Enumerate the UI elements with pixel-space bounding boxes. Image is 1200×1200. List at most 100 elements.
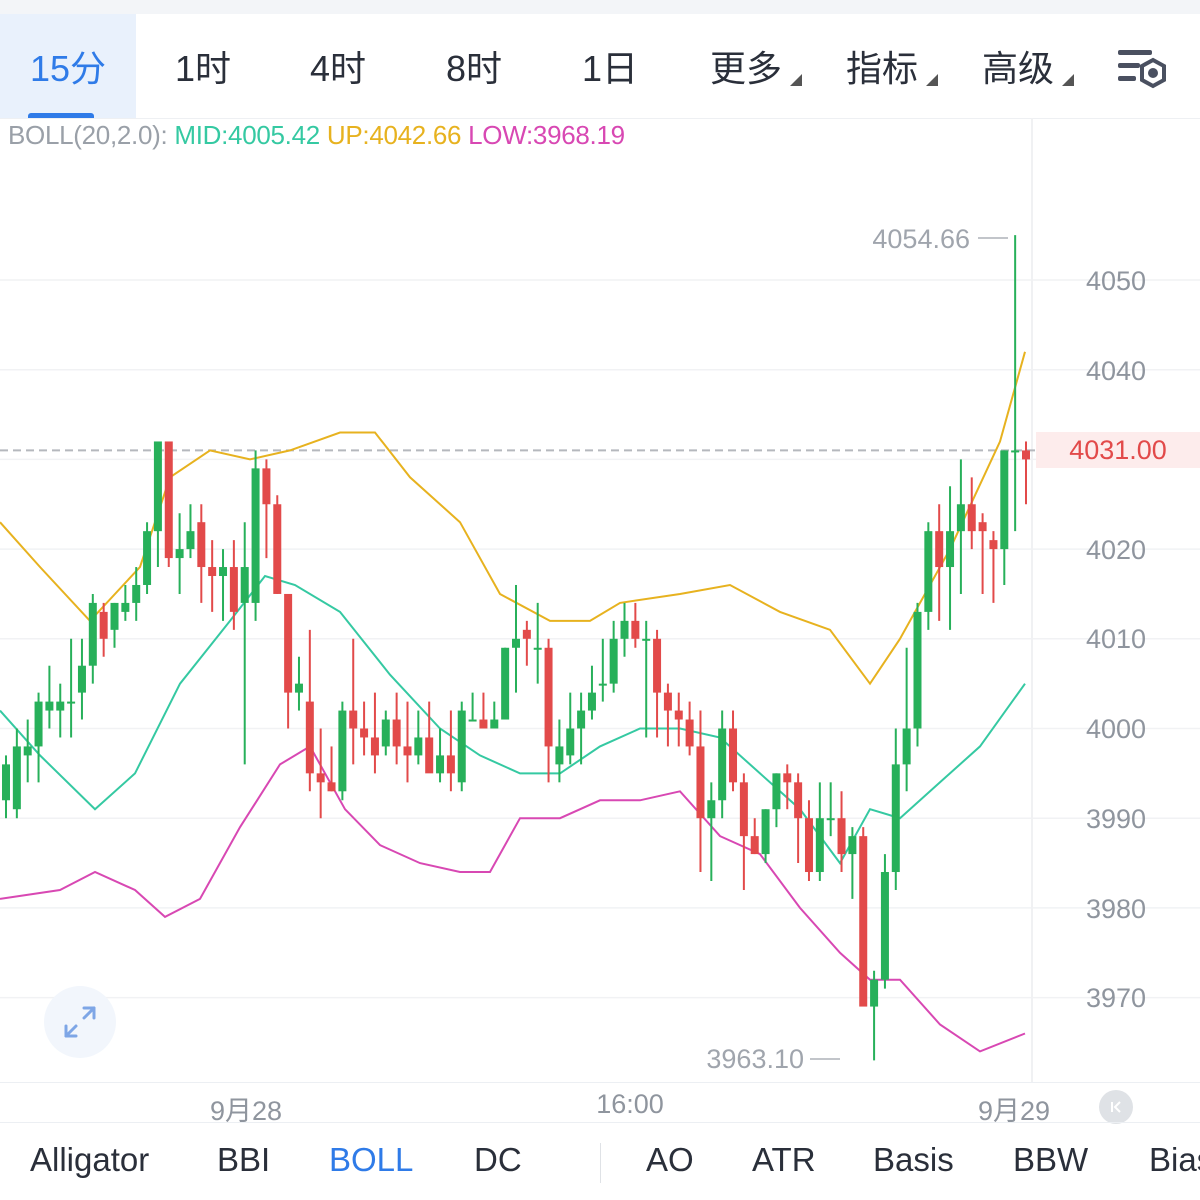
candle-body	[750, 836, 759, 855]
candle-body	[685, 719, 694, 747]
candle-body	[23, 746, 32, 756]
dropdown-caret-icon	[1062, 74, 1074, 86]
candle-body	[663, 692, 672, 711]
candle-body	[1011, 450, 1020, 453]
scroll-to-latest-icon	[1111, 1101, 1121, 1113]
candle-body	[512, 638, 520, 648]
current-price-tag: 4031.00	[1036, 432, 1200, 468]
candle-body	[121, 602, 130, 612]
candle-body	[815, 818, 824, 873]
candle-body	[978, 522, 987, 532]
tab-label: 更多	[709, 48, 782, 89]
candle-body	[273, 504, 282, 594]
candle-body	[902, 728, 911, 765]
candle-body	[1000, 450, 1009, 550]
candle-body	[305, 701, 314, 774]
candle-body	[425, 737, 434, 774]
candle-body	[110, 602, 119, 630]
tab-label: 8时	[445, 48, 503, 89]
candle-body	[12, 746, 21, 810]
indicator-tab-bbi[interactable]: BBI	[217, 1141, 270, 1179]
boll-bands	[0, 351, 1026, 1053]
candle-body	[338, 710, 347, 792]
candle-body	[479, 719, 488, 729]
candle-body	[294, 683, 303, 693]
candle-body	[761, 809, 770, 855]
chart-settings-icon[interactable]	[1116, 44, 1170, 92]
candle-body	[208, 567, 217, 577]
price-tick-label: 4020	[1086, 535, 1146, 565]
indicator-tab-basis[interactable]: Basis	[873, 1141, 954, 1179]
candle-body	[175, 549, 184, 559]
expand-chart-button[interactable]	[44, 986, 116, 1058]
price-tick-label: 4040	[1086, 356, 1146, 386]
price-tick-label: 3970	[1086, 983, 1146, 1013]
indicator-tab-bar: Alligator BBI BOLL DC AO ATR Basis BBW B…	[0, 1122, 1200, 1200]
candle-body	[34, 701, 43, 747]
candle-body	[826, 818, 835, 821]
candle-body	[956, 504, 965, 532]
tab-label: 1日	[581, 48, 639, 89]
tab-advanced[interactable]: 高级	[950, 14, 1086, 118]
indicator-tab-alligator[interactable]: Alligator	[30, 1141, 149, 1179]
tab-label: 指标	[845, 48, 918, 89]
tab-more[interactable]: 更多	[678, 14, 814, 118]
indicator-tab-bias[interactable]: Bias	[1149, 1141, 1200, 1179]
time-tick-label: 16:00	[596, 1089, 664, 1119]
candle-body	[316, 773, 325, 783]
scroll-to-latest-button[interactable]	[1099, 1090, 1133, 1124]
candle-body	[468, 719, 477, 722]
candle-body	[577, 710, 586, 729]
candle-body	[132, 584, 141, 603]
candle-body	[164, 441, 173, 559]
tab-label: 15分	[29, 48, 107, 89]
candle-body	[837, 818, 846, 855]
candle-body	[414, 737, 423, 756]
indicator-tab-boll[interactable]: BOLL	[329, 1141, 413, 1179]
candle-body	[436, 755, 445, 774]
indicator-tab-atr[interactable]: ATR	[752, 1141, 816, 1179]
candle-body	[739, 782, 748, 837]
candle-body	[674, 710, 683, 720]
tab-15m[interactable]: 15分	[0, 14, 136, 118]
candle-body	[284, 593, 293, 693]
candle-body	[729, 728, 738, 783]
boll-upper-line	[0, 351, 1026, 686]
tab-1d[interactable]: 1日	[542, 14, 678, 118]
tab-label: 4时	[309, 48, 367, 89]
time-axis: 9月28 16:00 9月29	[0, 1082, 1200, 1126]
boll-mid-line	[0, 574, 1026, 865]
candle-body	[457, 710, 466, 783]
tab-1h[interactable]: 1时	[136, 14, 270, 118]
candle-body	[45, 701, 54, 711]
candle-body	[403, 746, 412, 756]
indicator-tab-dc[interactable]: DC	[474, 1141, 522, 1179]
indicator-tab-ao[interactable]: AO	[646, 1141, 694, 1179]
candle-body	[501, 647, 510, 720]
candle-body	[924, 531, 933, 612]
candle-body	[935, 531, 944, 568]
candle-body	[804, 818, 813, 873]
candle-body	[859, 836, 868, 1007]
candle-body	[360, 728, 369, 738]
candle-body	[913, 611, 922, 729]
candle-body	[56, 701, 65, 711]
candle-body	[544, 647, 553, 747]
price-tick-label: 3980	[1086, 894, 1146, 924]
status-strip	[0, 0, 1200, 14]
price-tick-label: 4050	[1086, 266, 1146, 296]
tab-8h[interactable]: 8时	[406, 14, 542, 118]
indicator-tab-bbw[interactable]: BBW	[1013, 1141, 1088, 1179]
candle-body	[533, 647, 542, 650]
candle-body	[598, 683, 607, 686]
tab-label: 1时	[174, 48, 232, 89]
candlestick-chart[interactable]: 4050 4040 4020 4010 4000 3990 3980 3970 …	[0, 118, 1200, 1082]
candle-body	[370, 737, 379, 756]
tab-4h[interactable]: 4时	[270, 14, 406, 118]
candle-body	[783, 773, 792, 783]
candle-body	[653, 638, 662, 693]
tab-indicators[interactable]: 指标	[814, 14, 950, 118]
candle-body	[587, 692, 596, 711]
candle-body	[77, 665, 86, 693]
price-axis: 4050 4040 4020 4010 4000 3990 3980 3970	[1086, 266, 1146, 1013]
